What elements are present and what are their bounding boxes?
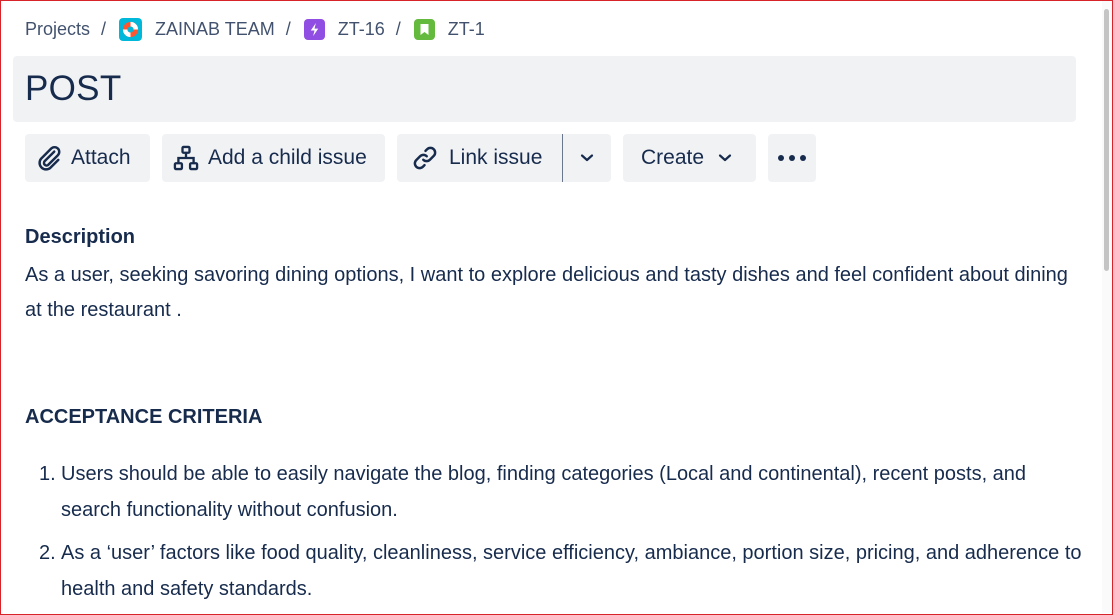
chevron-down-icon [718, 153, 732, 163]
breadcrumb-separator: / [395, 18, 401, 39]
add-child-issue-button[interactable]: Add a child issue [162, 134, 385, 182]
list-item-number: 1. [39, 463, 56, 485]
breadcrumb: Projects / ZAINAB TEAM / ZT-16 / ZT-1 [25, 16, 485, 42]
breadcrumb-project-label: ZAINAB TEAM [155, 18, 275, 39]
list-item-number: 2. [39, 542, 56, 564]
breadcrumb-separator: / [101, 18, 107, 39]
more-icon [777, 154, 807, 162]
hierarchy-icon [172, 144, 200, 172]
breadcrumb-project[interactable]: ZAINAB TEAM [119, 17, 275, 41]
issue-title-field[interactable]: POST [13, 56, 1076, 122]
acceptance-criteria-heading: ACCEPTANCE CRITERIA [25, 406, 263, 428]
list-item: 2. As a ‘user’ factors like food quality… [25, 535, 1085, 607]
breadcrumb-issue-label: ZT-1 [447, 18, 485, 39]
story-bookmark-icon [413, 18, 435, 40]
epic-lightning-icon [303, 18, 325, 40]
list-item: 1. Users should be able to easily naviga… [25, 456, 1085, 528]
breadcrumb-epic-label: ZT-16 [337, 18, 385, 39]
create-button[interactable]: Create [623, 134, 756, 182]
acceptance-criteria-list: 1. Users should be able to easily naviga… [25, 456, 1085, 614]
create-label: Create [641, 146, 705, 169]
attach-button[interactable]: Attach [25, 134, 150, 182]
description-heading: Description [25, 226, 136, 248]
list-item-text: Users should be able to easily navigate … [61, 463, 1027, 521]
link-issue-label: Link issue [449, 146, 543, 169]
link-icon [411, 144, 439, 172]
scrollbar-thumb[interactable] [1104, 9, 1109, 271]
more-actions-button[interactable] [768, 134, 816, 182]
breadcrumb-epic[interactable]: ZT-16 [303, 18, 385, 40]
list-item-text: As a ‘user’ factors like food quality, c… [61, 542, 1082, 600]
paperclip-icon [35, 144, 63, 172]
breadcrumb-projects[interactable]: Projects [25, 19, 90, 40]
add-child-issue-label: Add a child issue [208, 146, 367, 169]
description-body[interactable]: As a user, seeking savoring dining optio… [25, 258, 1075, 328]
vertical-scrollbar[interactable] [1102, 1, 1112, 613]
issue-title: POST [25, 69, 122, 108]
link-issue-dropdown-button[interactable] [563, 134, 611, 182]
link-issue-button[interactable]: Link issue [397, 134, 562, 182]
breadcrumb-projects-label: Projects [25, 18, 91, 39]
attach-label: Attach [71, 146, 131, 169]
project-lifebuoy-icon [119, 17, 143, 41]
breadcrumb-issue[interactable]: ZT-1 [413, 18, 485, 40]
chevron-down-icon [580, 153, 594, 163]
breadcrumb-separator: / [285, 18, 291, 39]
